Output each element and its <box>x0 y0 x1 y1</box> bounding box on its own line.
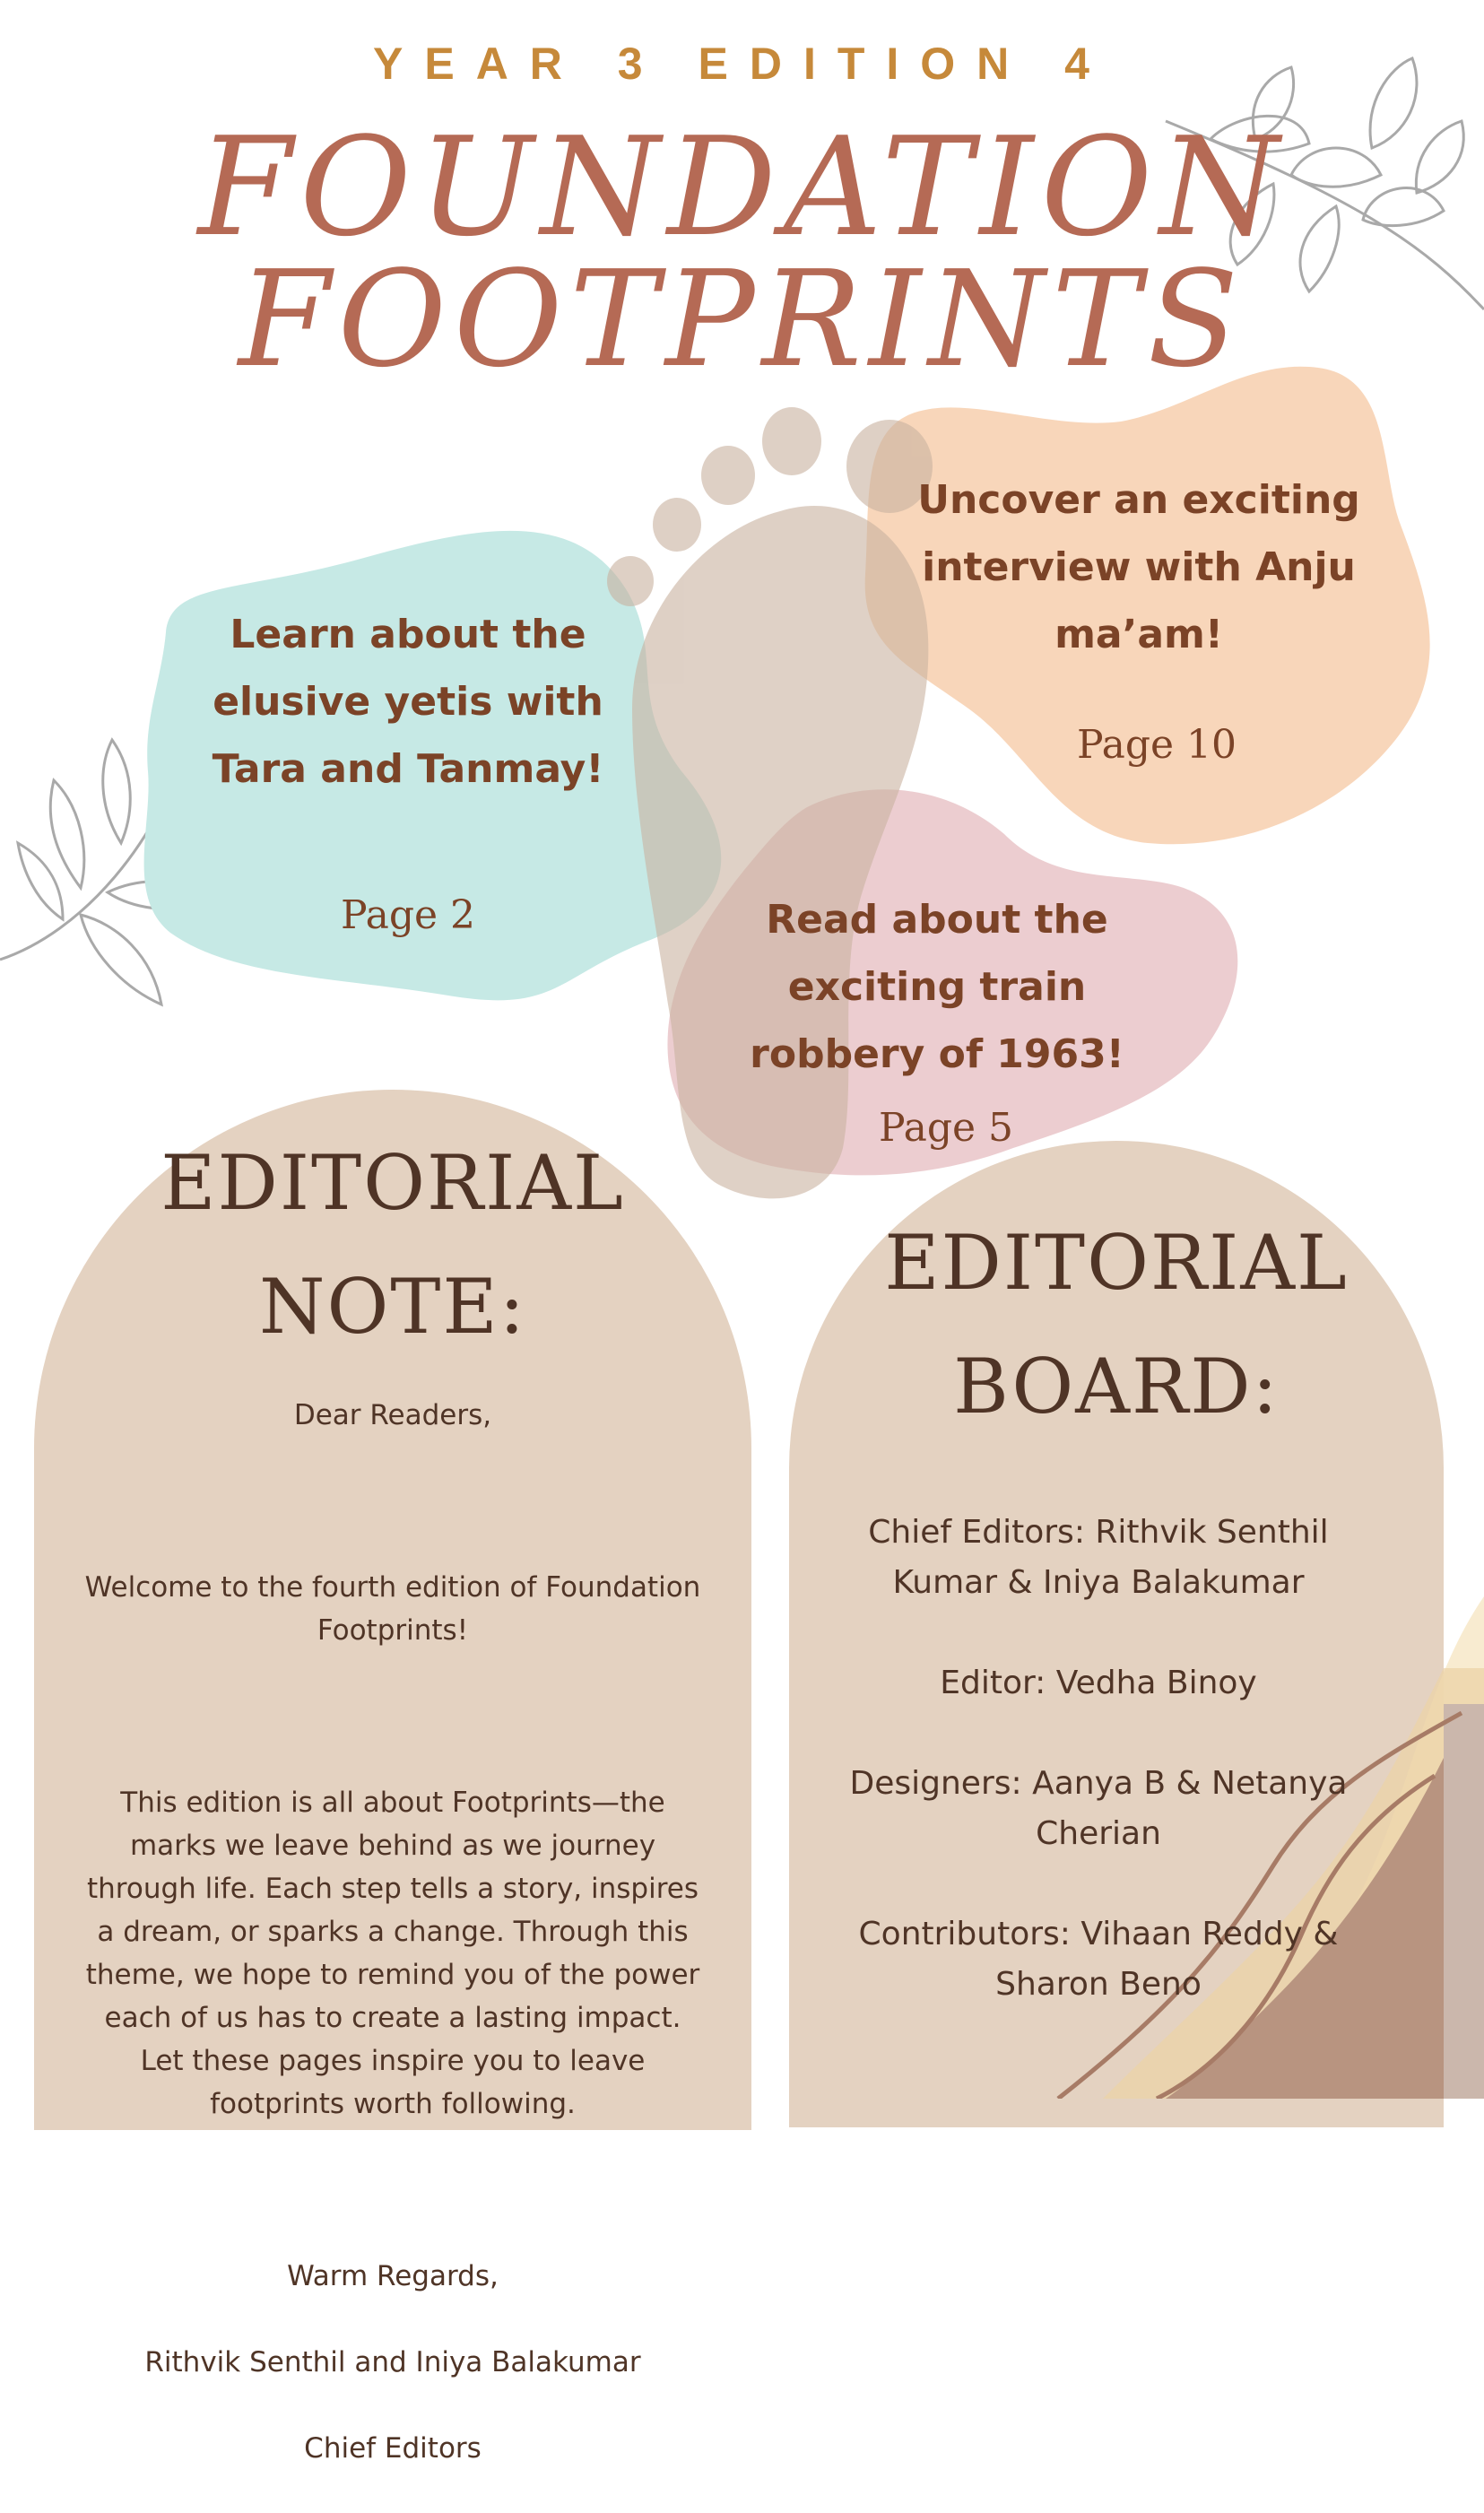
board-contributors: Contributors: Vihaan Reddy & Sharon Beno <box>858 1916 1339 2003</box>
note-signoff: Warm Regards, <box>287 2260 499 2292</box>
board-editor: Editor: Vedha Binoy <box>940 1665 1257 1701</box>
editorial-board-list: Chief Editors: Rithvik Senthil Kumar & I… <box>843 1508 1354 2060</box>
editorial-board-heading-line2: BOARD: <box>953 1343 1280 1430</box>
editorial-board-heading-line1: EDITORIAL <box>884 1219 1349 1307</box>
note-signatories: Rithvik Senthil and Iniya Balakumar <box>144 2346 641 2378</box>
board-designers: Designers: Aanya B & Netanya Cherian <box>849 1765 1348 1852</box>
editorial-board-heading: EDITORIAL BOARD: <box>789 1201 1444 1448</box>
note-signatory-role: Chief Editors <box>304 2432 482 2465</box>
board-chief-editors: Chief Editors: Rithvik Senthil Kumar & I… <box>868 1514 1329 1601</box>
